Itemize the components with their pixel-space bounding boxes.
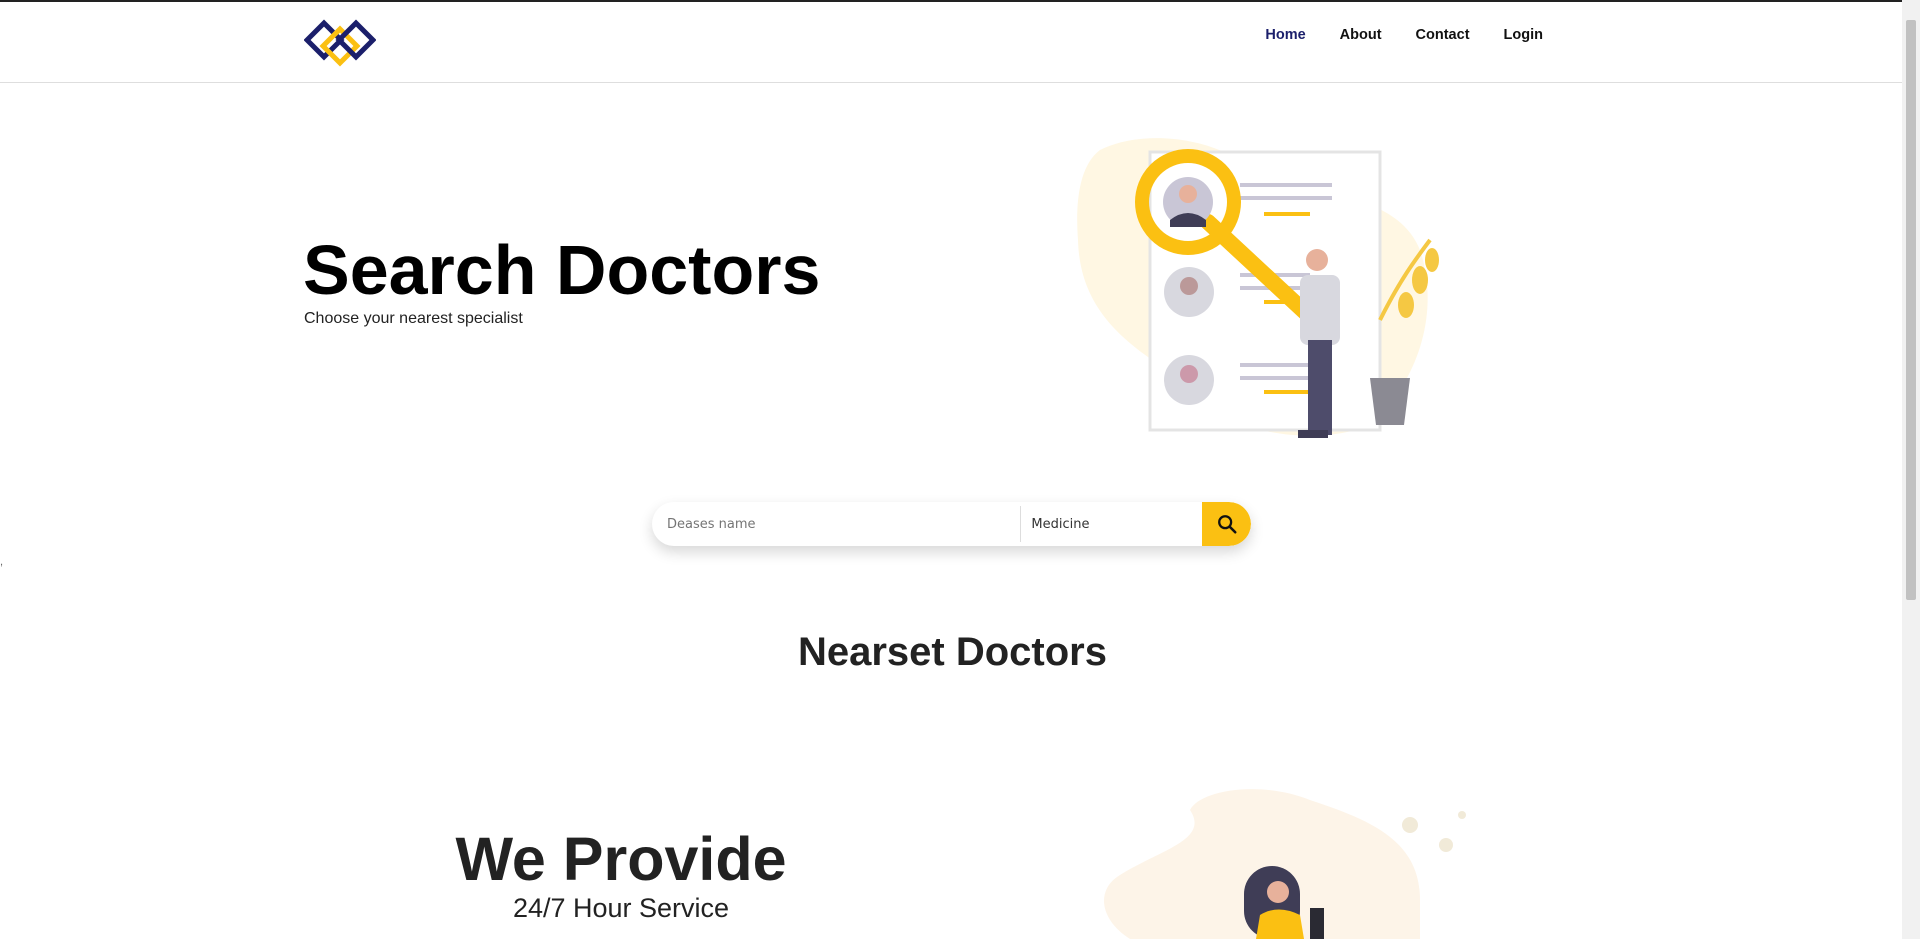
nav-contact[interactable]: Contact <box>1399 24 1487 46</box>
nearest-doctors-title: Nearset Doctors <box>797 630 1107 674</box>
main-nav: Home About Contact Login <box>1248 24 1560 46</box>
search-bar <box>652 502 1251 546</box>
provide-title: We Provide <box>455 825 787 893</box>
specialty-input[interactable] <box>1021 502 1203 546</box>
search-icon <box>1217 515 1237 534</box>
service-illustration <box>1103 789 1466 939</box>
logo-icon[interactable] <box>304 18 376 68</box>
nav-login[interactable]: Login <box>1487 24 1560 46</box>
doctor-search-illustration <box>1077 138 1439 438</box>
search-button[interactable] <box>1202 502 1251 546</box>
disease-search-input[interactable] <box>652 502 1021 546</box>
page-scrollbar[interactable] <box>1902 0 1920 939</box>
provide-subtitle: 24/7 Hour Service <box>512 893 730 923</box>
nav-home[interactable]: Home <box>1248 24 1322 46</box>
nav-about[interactable]: About <box>1323 24 1399 46</box>
stray-mark: , <box>0 556 4 568</box>
hero-subtitle: Choose your nearest specialist <box>304 310 523 327</box>
hero-title: Search Doctors <box>303 231 821 309</box>
scrollbar-thumb[interactable] <box>1906 20 1916 600</box>
navbar: Home About Contact Login <box>0 2 1902 83</box>
